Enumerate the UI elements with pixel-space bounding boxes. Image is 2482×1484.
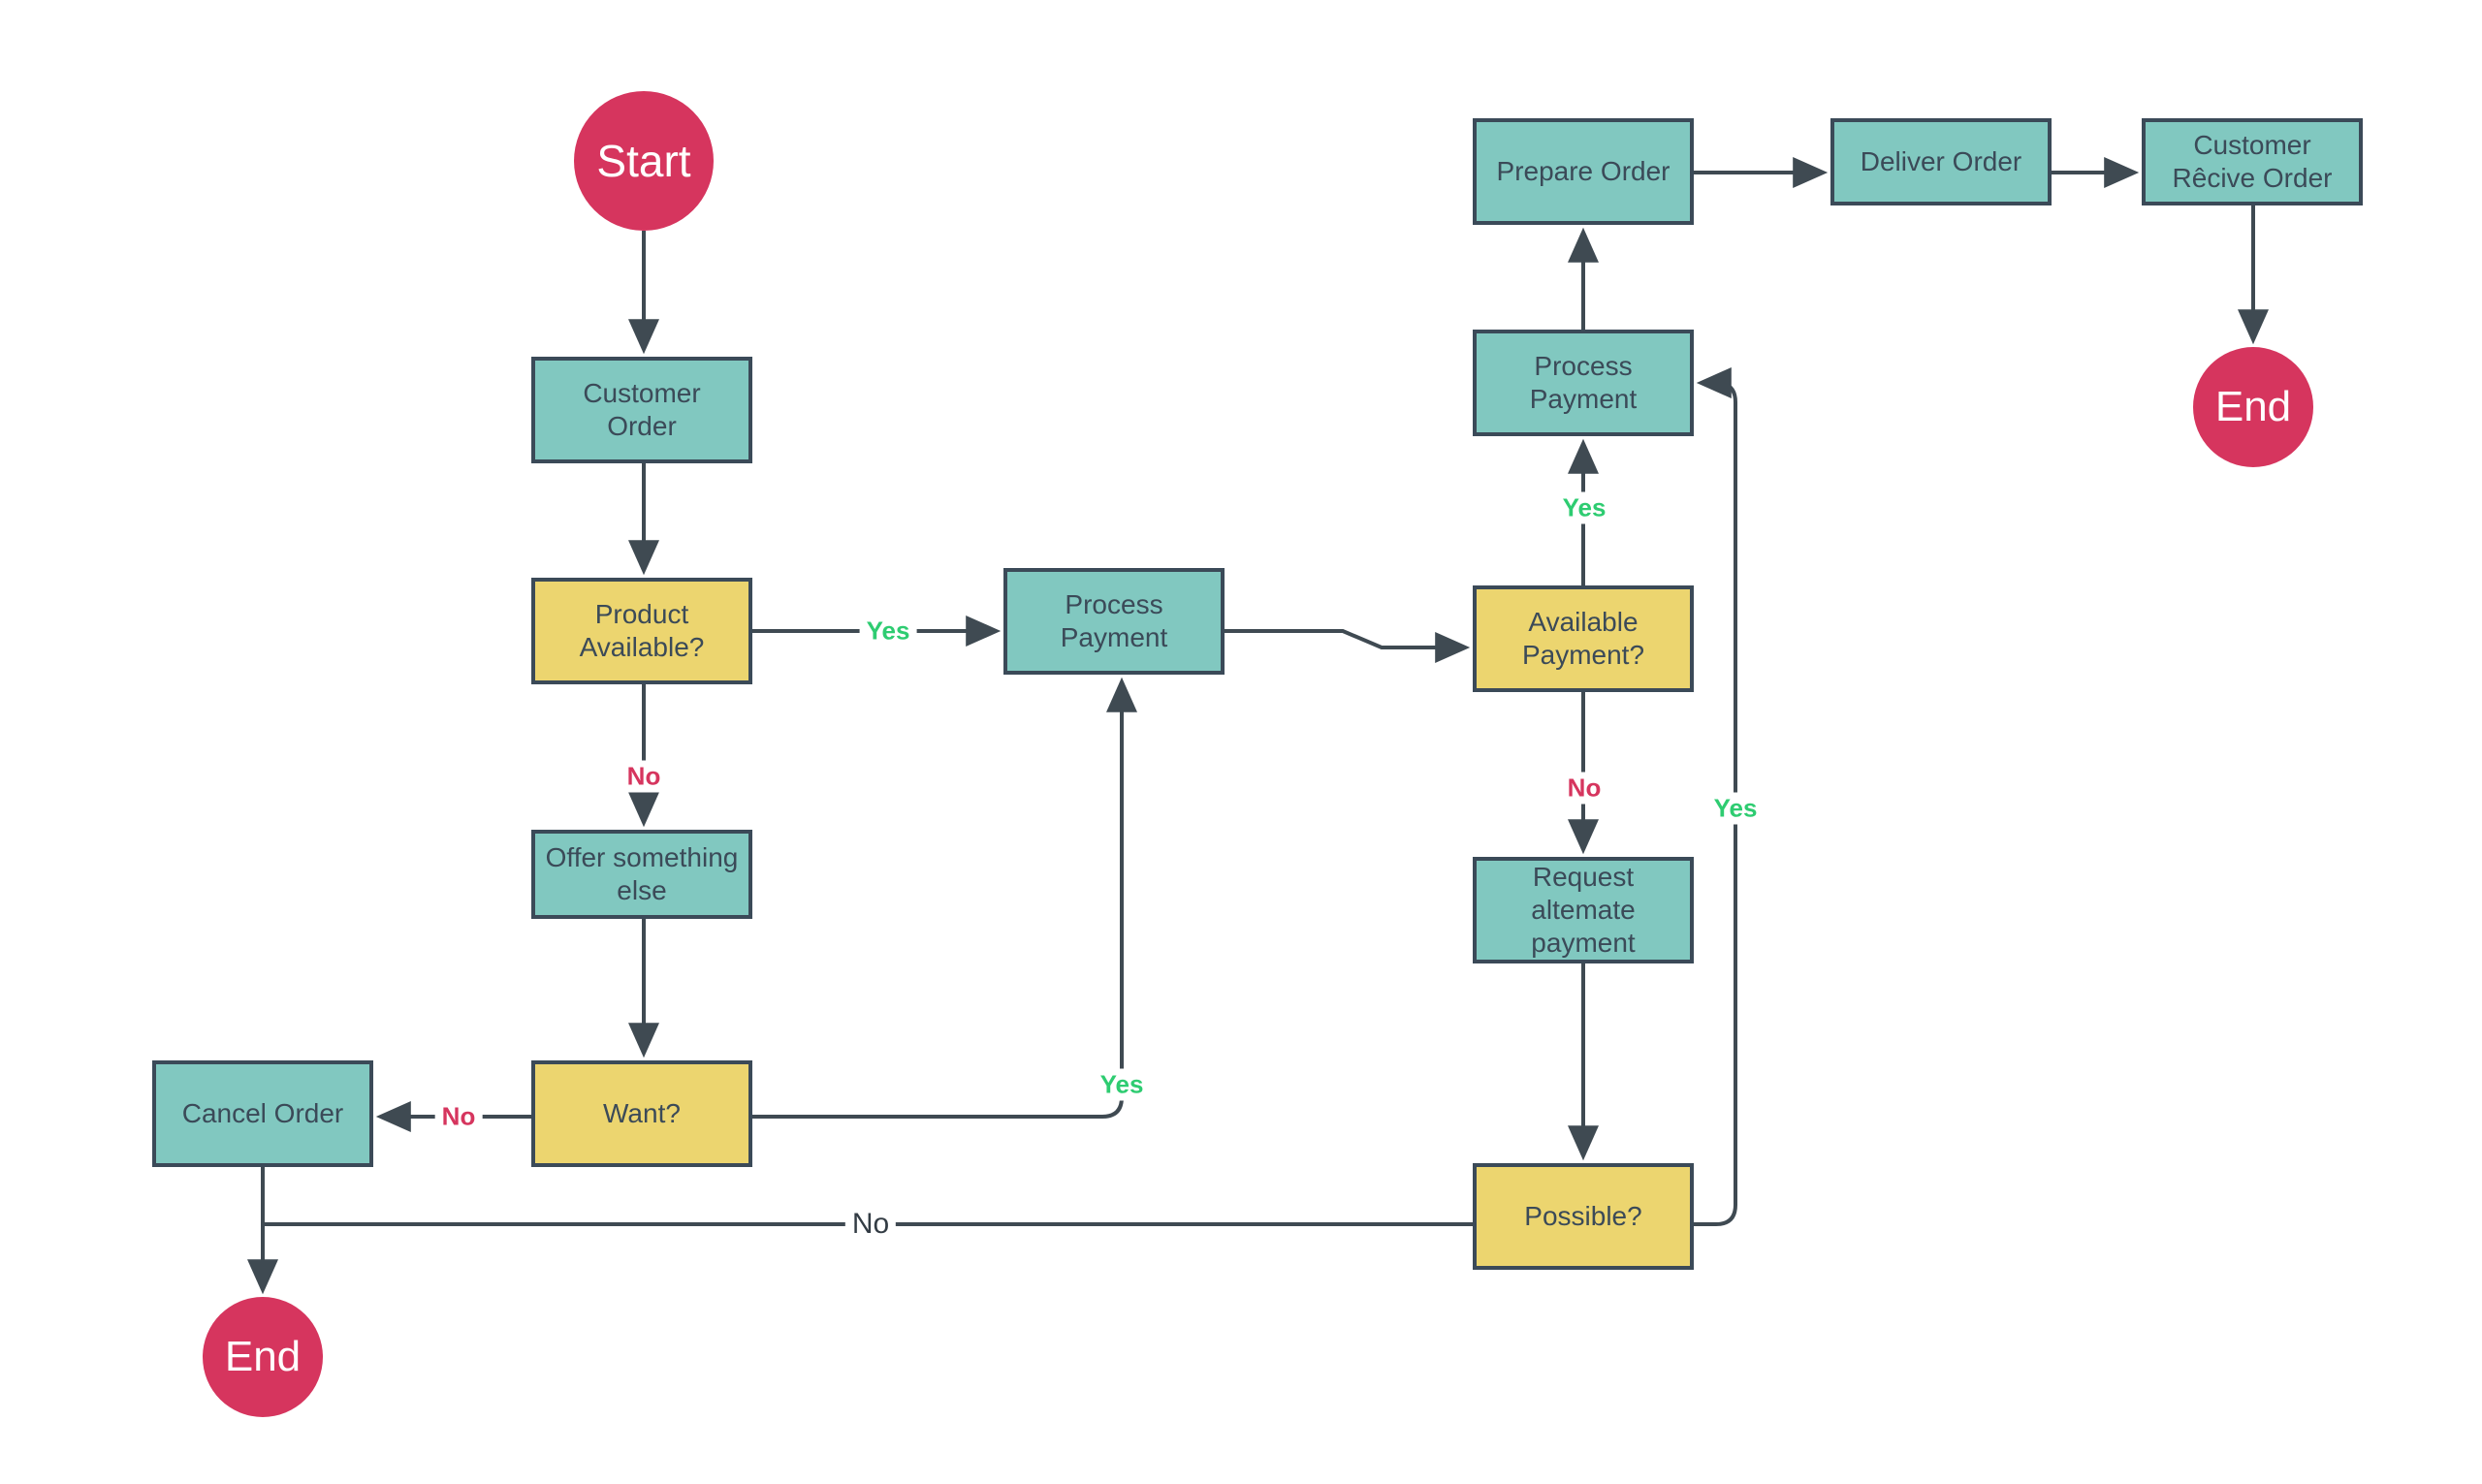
edge-payment1-to-availpay [1225,629,1471,663]
node-cancel-order[interactable]: Cancel Order [152,1060,373,1167]
node-request-alternate-payment-label: Request altemate payment [1531,861,1636,959]
node-end-cancel-label: End [224,1333,302,1381]
node-available-payment[interactable]: Available Payment? [1473,585,1694,692]
node-prepare-order[interactable]: Prepare Order [1473,118,1694,225]
edge-label-want-yes: Yes [1093,1068,1151,1101]
flowchart-canvas: Start Customer Order Product Available? … [0,0,2482,1484]
node-want[interactable]: Want? [531,1060,752,1167]
edge-label-possible-no: No [844,1207,897,1242]
node-customer-receive-order-label: Customer Rêcive Order [2172,129,2333,193]
node-process-payment-right[interactable]: Process Payment [1473,330,1694,436]
node-offer-something-else-label: Offer something else [545,841,739,905]
node-possible-label: Possible? [1524,1200,1642,1231]
node-request-alternate-payment[interactable]: Request altemate payment [1473,857,1694,963]
edge-label-available-payment-no: No [1560,772,1608,805]
node-end-delivered-label: End [2214,383,2292,431]
edge-label-available-payment-yes: Yes [1555,491,1613,524]
edge-label-want-no: No [434,1100,483,1133]
node-process-payment-left-label: Process Payment [1060,588,1168,652]
node-offer-something-else[interactable]: Offer something else [531,830,752,919]
edge-label-product-available-yes: Yes [859,615,917,647]
node-customer-order[interactable]: Customer Order [531,357,752,463]
node-process-payment-left[interactable]: Process Payment [1003,568,1225,675]
node-end-cancel[interactable]: End [203,1297,323,1417]
node-prepare-order-label: Prepare Order [1496,155,1671,186]
node-customer-order-label: Customer Order [583,377,701,441]
node-start[interactable]: Start [574,91,714,231]
node-end-delivered[interactable]: End [2193,347,2313,467]
connector-layer [247,157,2269,1295]
node-available-payment-label: Available Payment? [1521,606,1645,670]
node-product-available[interactable]: Product Available? [531,578,752,684]
node-want-label: Want? [603,1097,681,1128]
node-deliver-order[interactable]: Deliver Order [1830,118,2052,205]
node-deliver-order-label: Deliver Order [1860,145,2022,176]
node-possible[interactable]: Possible? [1473,1163,1694,1270]
node-start-label: Start [596,135,691,186]
node-process-payment-right-label: Process Payment [1529,350,1638,414]
edge-want-yes [752,677,1137,1119]
edge-label-product-available-no: No [620,760,668,793]
node-customer-receive-order[interactable]: Customer Rêcive Order [2142,118,2363,205]
node-cancel-order-label: Cancel Order [181,1097,344,1128]
edge-label-possible-yes: Yes [1706,792,1765,825]
node-product-available-label: Product Available? [579,598,705,662]
